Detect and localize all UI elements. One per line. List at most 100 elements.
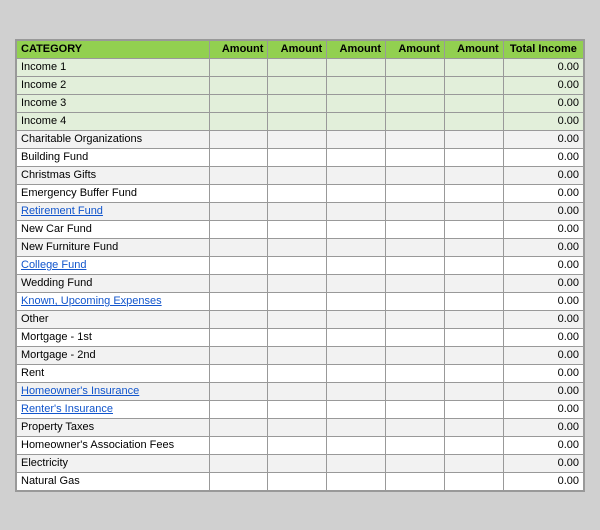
amount-input-cell[interactable] <box>209 238 268 256</box>
amount-input-cell[interactable] <box>209 58 268 76</box>
amount-input-cell[interactable] <box>444 220 503 238</box>
amount-input-cell[interactable] <box>386 454 445 472</box>
amount-input-cell[interactable] <box>386 184 445 202</box>
amount-input-cell[interactable] <box>444 256 503 274</box>
amount-input-cell[interactable] <box>444 454 503 472</box>
amount-input-cell[interactable] <box>268 364 327 382</box>
amount-input-cell[interactable] <box>386 256 445 274</box>
amount-input-cell[interactable] <box>444 274 503 292</box>
amount-input-cell[interactable] <box>444 328 503 346</box>
amount-input-cell[interactable] <box>327 58 386 76</box>
amount-input-cell[interactable] <box>268 274 327 292</box>
amount-input-cell[interactable] <box>386 292 445 310</box>
amount-input-cell[interactable] <box>386 274 445 292</box>
amount-input-cell[interactable] <box>209 310 268 328</box>
amount-input-cell[interactable] <box>209 184 268 202</box>
amount-input-cell[interactable] <box>444 148 503 166</box>
amount-input-cell[interactable] <box>209 382 268 400</box>
amount-input-cell[interactable] <box>327 130 386 148</box>
amount-input-cell[interactable] <box>209 364 268 382</box>
amount-input-cell[interactable] <box>444 130 503 148</box>
amount-input-cell[interactable] <box>209 112 268 130</box>
amount-input-cell[interactable] <box>386 166 445 184</box>
amount-input-cell[interactable] <box>327 220 386 238</box>
amount-input-cell[interactable] <box>444 436 503 454</box>
amount-input-cell[interactable] <box>444 346 503 364</box>
amount-input-cell[interactable] <box>386 58 445 76</box>
category-cell[interactable]: College Fund <box>17 256 210 274</box>
amount-input-cell[interactable] <box>386 238 445 256</box>
amount-input-cell[interactable] <box>209 94 268 112</box>
amount-input-cell[interactable] <box>327 382 386 400</box>
amount-input-cell[interactable] <box>268 94 327 112</box>
amount-input-cell[interactable] <box>268 148 327 166</box>
amount-input-cell[interactable] <box>268 256 327 274</box>
amount-input-cell[interactable] <box>209 130 268 148</box>
amount-input-cell[interactable] <box>268 58 327 76</box>
amount-input-cell[interactable] <box>327 472 386 490</box>
amount-input-cell[interactable] <box>444 400 503 418</box>
amount-input-cell[interactable] <box>444 94 503 112</box>
amount-input-cell[interactable] <box>268 292 327 310</box>
amount-input-cell[interactable] <box>444 382 503 400</box>
amount-input-cell[interactable] <box>209 76 268 94</box>
amount-input-cell[interactable] <box>386 76 445 94</box>
amount-input-cell[interactable] <box>327 310 386 328</box>
amount-input-cell[interactable] <box>268 454 327 472</box>
amount-input-cell[interactable] <box>386 202 445 220</box>
amount-input-cell[interactable] <box>268 166 327 184</box>
amount-input-cell[interactable] <box>268 382 327 400</box>
amount-input-cell[interactable] <box>327 112 386 130</box>
amount-input-cell[interactable] <box>444 238 503 256</box>
amount-input-cell[interactable] <box>386 148 445 166</box>
amount-input-cell[interactable] <box>386 310 445 328</box>
amount-input-cell[interactable] <box>386 94 445 112</box>
amount-input-cell[interactable] <box>327 238 386 256</box>
amount-input-cell[interactable] <box>209 292 268 310</box>
amount-input-cell[interactable] <box>268 76 327 94</box>
amount-input-cell[interactable] <box>444 184 503 202</box>
amount-input-cell[interactable] <box>327 148 386 166</box>
amount-input-cell[interactable] <box>444 166 503 184</box>
category-cell[interactable]: Retirement Fund <box>17 202 210 220</box>
amount-input-cell[interactable] <box>268 436 327 454</box>
amount-input-cell[interactable] <box>209 274 268 292</box>
amount-input-cell[interactable] <box>386 220 445 238</box>
amount-input-cell[interactable] <box>444 202 503 220</box>
amount-input-cell[interactable] <box>268 184 327 202</box>
amount-input-cell[interactable] <box>386 112 445 130</box>
amount-input-cell[interactable] <box>327 436 386 454</box>
amount-input-cell[interactable] <box>268 130 327 148</box>
amount-input-cell[interactable] <box>209 436 268 454</box>
amount-input-cell[interactable] <box>209 454 268 472</box>
amount-input-cell[interactable] <box>386 346 445 364</box>
amount-input-cell[interactable] <box>268 220 327 238</box>
amount-input-cell[interactable] <box>327 94 386 112</box>
amount-input-cell[interactable] <box>327 166 386 184</box>
amount-input-cell[interactable] <box>327 400 386 418</box>
category-cell[interactable]: Known, Upcoming Expenses <box>17 292 210 310</box>
amount-input-cell[interactable] <box>327 184 386 202</box>
amount-input-cell[interactable] <box>386 436 445 454</box>
amount-input-cell[interactable] <box>268 202 327 220</box>
amount-input-cell[interactable] <box>268 400 327 418</box>
amount-input-cell[interactable] <box>268 238 327 256</box>
amount-input-cell[interactable] <box>327 418 386 436</box>
amount-input-cell[interactable] <box>386 400 445 418</box>
category-cell[interactable]: Homeowner's Insurance <box>17 382 210 400</box>
amount-input-cell[interactable] <box>327 274 386 292</box>
amount-input-cell[interactable] <box>268 346 327 364</box>
amount-input-cell[interactable] <box>386 130 445 148</box>
amount-input-cell[interactable] <box>209 256 268 274</box>
amount-input-cell[interactable] <box>444 76 503 94</box>
amount-input-cell[interactable] <box>444 58 503 76</box>
amount-input-cell[interactable] <box>386 364 445 382</box>
amount-input-cell[interactable] <box>327 346 386 364</box>
amount-input-cell[interactable] <box>209 400 268 418</box>
amount-input-cell[interactable] <box>209 472 268 490</box>
amount-input-cell[interactable] <box>327 364 386 382</box>
amount-input-cell[interactable] <box>386 382 445 400</box>
amount-input-cell[interactable] <box>386 472 445 490</box>
amount-input-cell[interactable] <box>444 418 503 436</box>
amount-input-cell[interactable] <box>209 166 268 184</box>
